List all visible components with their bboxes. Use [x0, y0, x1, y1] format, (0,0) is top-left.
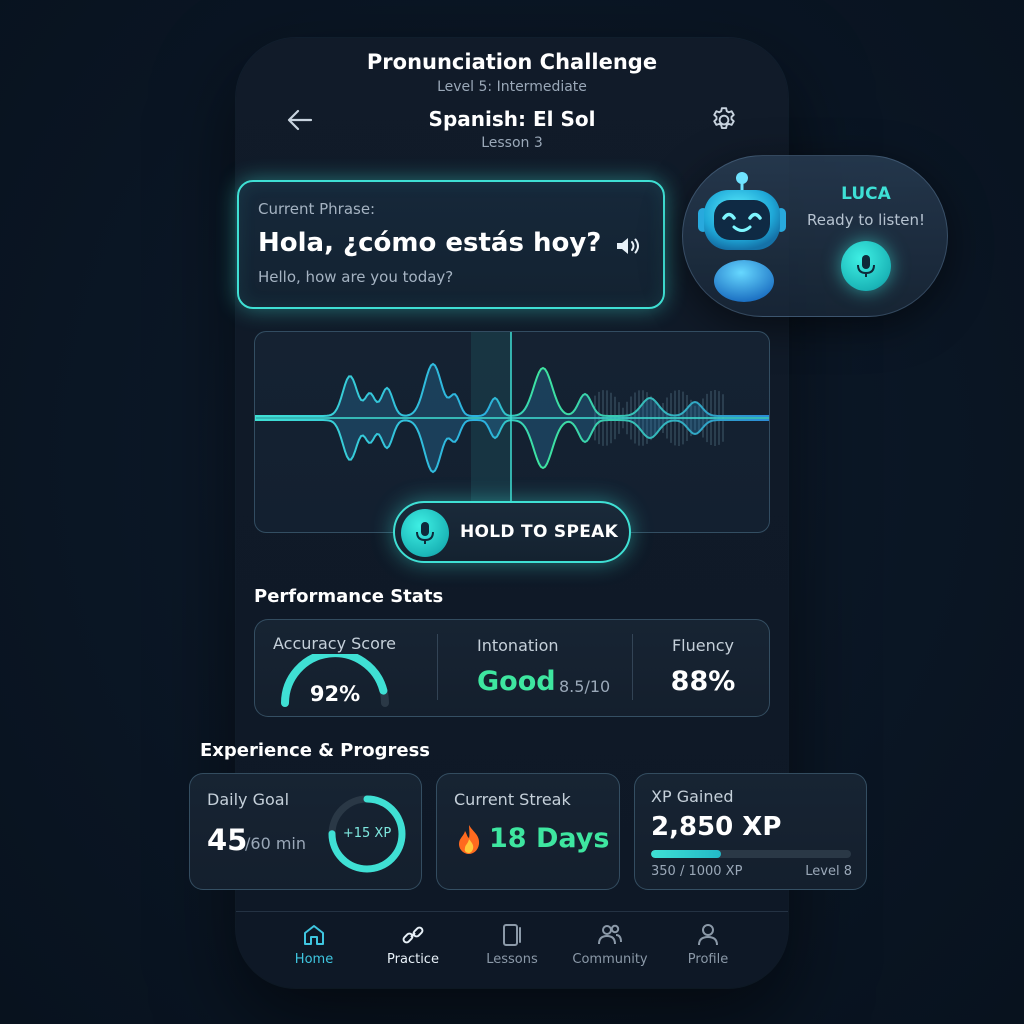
- stats-divider: [437, 634, 438, 700]
- hold-to-speak-label: HOLD TO SPEAK: [460, 522, 619, 542]
- nav-item-community[interactable]: Community: [560, 922, 660, 974]
- daily-goal-unit: /60 min: [245, 834, 307, 853]
- xp-value: 2,850 XP: [651, 812, 782, 842]
- stats-divider: [632, 634, 633, 700]
- experience-section-title: Experience & Progress: [200, 740, 431, 761]
- nav-label-community: Community: [572, 952, 648, 967]
- daily-goal-label: Daily Goal: [207, 790, 290, 809]
- nav-item-lessons[interactable]: Lessons: [462, 922, 562, 974]
- practice-icon: [402, 926, 424, 944]
- community-icon: [598, 924, 622, 945]
- nav-label-profile: Profile: [687, 952, 729, 967]
- fluency-value: 88%: [670, 666, 736, 697]
- nav-separator: [236, 911, 788, 912]
- nav-item-profile[interactable]: Profile: [658, 922, 758, 974]
- microphone-icon: [416, 522, 434, 544]
- robot-avatar-icon: [690, 168, 790, 304]
- xp-progress-text: 350 / 1000 XP: [651, 864, 743, 879]
- xp-label: XP Gained: [651, 787, 734, 806]
- accuracy-label: Accuracy Score: [273, 634, 396, 653]
- nav-item-practice[interactable]: Practice: [363, 922, 463, 974]
- phrase-translation: Hello, how are you today?: [258, 268, 454, 286]
- streak-label: Current Streak: [454, 790, 571, 809]
- hold-to-speak-mic: [401, 509, 449, 557]
- xp-progress-bar: [651, 850, 851, 858]
- gear-icon: [713, 107, 735, 129]
- intonation-score: 8.5/10: [559, 677, 611, 696]
- xp-level: Level 8: [805, 864, 852, 879]
- nav-label-home: Home: [294, 952, 334, 967]
- fluency-label: Fluency: [671, 636, 735, 655]
- intonation-label: Intonation: [477, 636, 559, 655]
- assistant-name: LUCA: [841, 184, 891, 204]
- xp-progress-fill: [651, 850, 721, 858]
- speaker-icon: [617, 238, 639, 254]
- level-subtitle: Level 5: Intermediate: [437, 79, 587, 95]
- page-title: Pronunciation Challenge: [366, 50, 658, 74]
- performance-section-title: Performance Stats: [254, 586, 444, 607]
- assistant-mic-button[interactable]: [841, 241, 891, 291]
- phrase-text: Hola, ¿cómo estás hoy?: [258, 228, 602, 258]
- accuracy-value: 92%: [309, 682, 361, 706]
- microphone-icon: [857, 255, 875, 277]
- profile-icon: [698, 924, 718, 946]
- lessons-icon: [503, 924, 521, 946]
- phrase-label: Current Phrase:: [258, 200, 376, 218]
- intonation-value: Good: [477, 666, 556, 697]
- nav-label-practice: Practice: [387, 952, 439, 967]
- nav-item-home[interactable]: Home: [264, 922, 364, 974]
- play-audio-button[interactable]: [612, 231, 646, 261]
- daily-goal-ring-text: +15 XP: [342, 826, 392, 841]
- home-icon: [304, 925, 324, 945]
- assistant-status: Ready to listen!: [807, 211, 925, 229]
- flame-icon: [455, 823, 483, 855]
- daily-goal-value: 45: [207, 823, 248, 857]
- settings-button[interactable]: [706, 102, 742, 138]
- nav-label-lessons: Lessons: [486, 952, 538, 967]
- streak-value: 18 Days: [489, 823, 610, 854]
